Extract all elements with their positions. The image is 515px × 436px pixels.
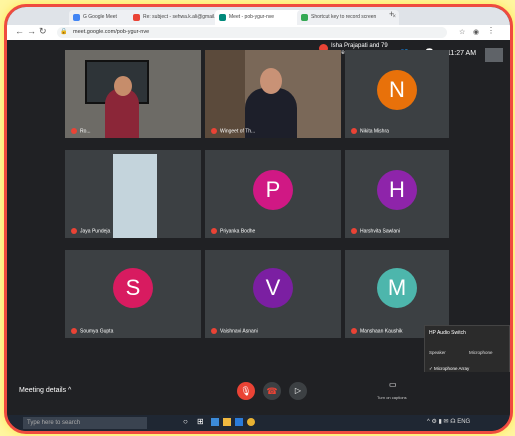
mic-muted-icon (71, 127, 77, 134)
participant-name: Ro... (71, 127, 91, 134)
camera-toggle-button[interactable]: ▷ (289, 382, 307, 400)
file-explorer-icon[interactable] (223, 418, 231, 426)
search-icon[interactable]: ○ (183, 417, 188, 426)
participant-name: Vaishnavi Asnani (211, 327, 258, 334)
tab-favicon-icon (219, 14, 226, 21)
avatar-tile[interactable]: V Vaishnavi Asnani (205, 250, 341, 338)
mic-muted-icon (71, 327, 77, 334)
browser-tab[interactable]: Shortcut key to record screen × (297, 10, 399, 25)
video-tile[interactable]: Wingeet of Th... (205, 50, 341, 138)
forward-icon[interactable]: → (27, 26, 36, 36)
tab-favicon-icon (133, 14, 140, 21)
speaker-tab[interactable]: Speaker (429, 350, 446, 355)
tab-label: G Google Meet (83, 14, 117, 20)
mic-muted-icon (351, 227, 357, 234)
browser-tab-active[interactable]: Meet - pob-ygur-nve × (215, 10, 309, 25)
tab-label: Re: subject - sehwa.k.ali@gmail.com (143, 14, 226, 20)
participant-avatar: P (253, 170, 293, 210)
mic-muted-icon (211, 327, 217, 334)
meeting-details-button[interactable]: Meeting details ^ (19, 387, 71, 394)
tab-favicon-icon (73, 14, 80, 21)
end-call-button[interactable]: ☎ (263, 382, 281, 400)
popup-title: HP Audio Switch (429, 330, 466, 336)
shelf-background (205, 50, 245, 138)
microphone-tab[interactable]: Microphone (469, 350, 493, 355)
participant-avatar: N (377, 70, 417, 110)
microphone-toggle-button[interactable]: 🎙 (237, 382, 255, 400)
participant-face (114, 76, 132, 96)
taskbar-search-input[interactable]: Type here to search (23, 417, 147, 429)
back-icon[interactable]: ← (15, 26, 24, 36)
task-view-icon[interactable]: ⊞ (197, 417, 204, 426)
new-tab-icon[interactable]: + (389, 9, 394, 19)
participant-avatar: S (113, 268, 153, 308)
url-text: meet.google.com/pob-ygur-nve (73, 29, 150, 35)
tab-label: Shortcut key to record screen (311, 14, 377, 20)
screen-frame: G Google Meet × Re: subject - sehwa.k.al… (4, 4, 513, 434)
captions-label: Turn on captions (377, 395, 407, 400)
tab-label: Meet - pob-ygur-nve (229, 14, 275, 20)
tab-favicon-icon (301, 14, 308, 21)
participant-name: Soumya Gupta (71, 327, 113, 334)
participant-name: Jaya Pundeja (71, 227, 110, 234)
participant-avatar: M (377, 268, 417, 308)
captions-icon[interactable]: ▭ (389, 380, 397, 389)
browser-tab[interactable]: Re: subject - sehwa.k.ali@gmail.com × (129, 10, 227, 25)
address-bar-row: ← → ↻ 🔒 meet.google.com/pob-ygur-nve ☆ ◉… (7, 25, 510, 41)
mic-muted-icon (211, 227, 217, 234)
video-tile[interactable]: Ro... (65, 50, 201, 138)
avatar-tile[interactable]: S Soumya Gupta (65, 250, 201, 338)
menu-icon[interactable]: ⋮ (487, 26, 495, 35)
system-tray-icons[interactable]: ^ ⚙ ▮ ✉ ☊ ENG (427, 418, 470, 425)
mic-muted-icon (211, 127, 217, 134)
participant-name: Priyanka Bodhe (211, 227, 255, 234)
self-view-thumbnail[interactable] (485, 48, 503, 62)
mic-muted-icon (351, 127, 357, 134)
participant-avatar: V (253, 268, 293, 308)
participant-avatar: H (377, 170, 417, 210)
participant-name: Harshvita Sawlani (351, 227, 400, 234)
meet-controls-bar: Meeting details ^ 🎙 ☎ ▷ ▭ Turn on captio… (7, 372, 510, 415)
participant-name: Nikita Mishra (351, 127, 389, 134)
participant-name: Wingeet of Th... (211, 127, 255, 134)
participant-name: Manshaan Kaushik (351, 327, 403, 334)
meet-stage: Isha Prajapati and 79 more 👥 80 💬 11:27 … (7, 40, 510, 372)
avatar-tile[interactable]: N Nikita Mishra (345, 50, 449, 138)
participant-video-feed (113, 154, 157, 238)
mic-muted-icon (71, 227, 77, 234)
reload-icon[interactable]: ↻ (39, 26, 47, 37)
clock-time: 11:27 AM (447, 50, 477, 57)
participant-face (260, 68, 282, 94)
lock-icon: 🔒 (60, 29, 68, 35)
mic-muted-icon (351, 327, 357, 334)
profile-icon[interactable]: ◉ (473, 28, 479, 36)
chrome-icon[interactable] (247, 418, 255, 426)
video-tile[interactable]: Jaya Pundeja (65, 150, 201, 238)
url-input[interactable]: 🔒 meet.google.com/pob-ygur-nve (57, 27, 447, 38)
star-icon[interactable]: ☆ (459, 28, 465, 36)
store-icon[interactable] (235, 418, 243, 426)
avatar-tile[interactable]: P Priyanka Bodhe (205, 150, 341, 238)
windows-taskbar: Type here to search ○ ⊞ ^ ⚙ ▮ ✉ ☊ ENG (7, 415, 510, 431)
edge-icon[interactable] (211, 418, 219, 426)
browser-tab-bar: G Google Meet × Re: subject - sehwa.k.al… (7, 7, 510, 25)
avatar-tile[interactable]: H Harshvita Sawlani (345, 150, 449, 238)
